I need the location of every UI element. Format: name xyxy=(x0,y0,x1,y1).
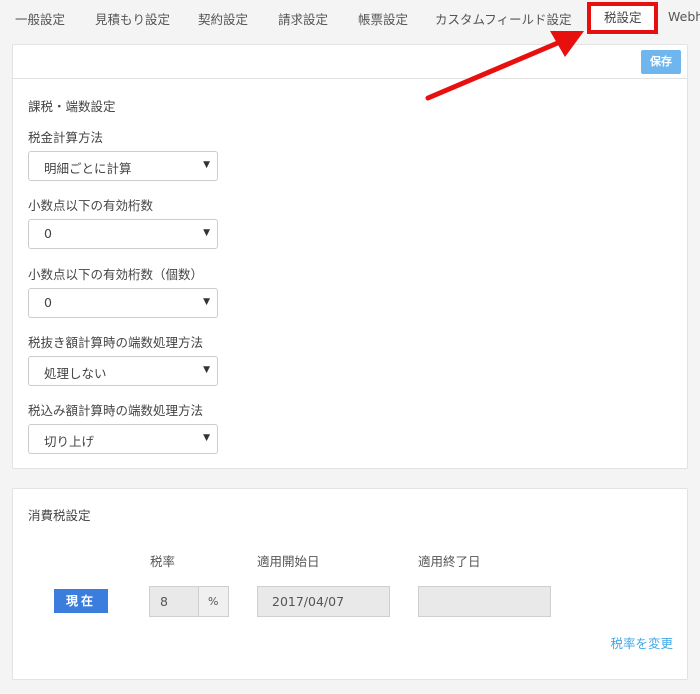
tab-contract[interactable]: 契約設定 xyxy=(198,9,248,28)
tax-excluded-rounding-label: 税抜き額計算時の端数処理方法 xyxy=(28,335,204,350)
decimal-digits-qty-label: 小数点以下の有効桁数（個数） xyxy=(28,267,204,282)
decimal-digits-qty-select[interactable]: 0 ▼ xyxy=(28,288,218,318)
decimal-digits-select[interactable]: 0 ▼ xyxy=(28,219,218,249)
save-button[interactable]: 保存 xyxy=(641,50,681,74)
tab-invoice[interactable]: 請求設定 xyxy=(278,9,328,28)
select-value: 切り上げ xyxy=(44,434,95,449)
tab-tax-settings[interactable]: 税設定 xyxy=(590,2,656,35)
tax-rate-field: 8 xyxy=(149,586,199,617)
current-badge: 現在 xyxy=(54,589,108,613)
start-date-field: 2017/04/07 xyxy=(257,586,390,617)
change-tax-rate-link[interactable]: 税率を変更 xyxy=(610,633,673,652)
tab-general[interactable]: 一般設定 xyxy=(15,9,65,28)
settings-tab-bar: 一般設定 見積もり設定 契約設定 請求設定 帳票設定 カスタムフィールド設定 税… xyxy=(0,0,700,36)
tab-custom-fields[interactable]: カスタムフィールド設定 xyxy=(435,9,572,28)
end-date-field xyxy=(418,586,551,617)
percent-unit: % xyxy=(208,595,219,608)
tax-excluded-rounding-select[interactable]: 処理しない ▼ xyxy=(28,356,218,386)
select-value: 0 xyxy=(44,295,52,310)
caret-down-icon: ▼ xyxy=(203,433,210,443)
tab-webhook[interactable]: Webh xyxy=(668,9,700,24)
select-value: 処理しない xyxy=(44,366,107,381)
select-value: 明細ごとに計算 xyxy=(44,161,132,176)
col-header-start-date: 適用開始日 xyxy=(257,554,320,569)
tax-calc-method-select[interactable]: 明細ごとに計算 ▼ xyxy=(28,151,218,181)
col-header-rate: 税率 xyxy=(150,554,176,569)
tax-section-title: 課税・端数設定 xyxy=(28,99,116,114)
decimal-digits-label: 小数点以下の有効桁数 xyxy=(28,198,154,213)
tab-forms[interactable]: 帳票設定 xyxy=(358,9,408,28)
consumption-section-title: 消費税設定 xyxy=(28,508,91,523)
consumption-tax-panel: 消費税設定 税率 適用開始日 適用終了日 現在 8 % 2017/04/07 税… xyxy=(12,488,688,680)
percent-addon: % xyxy=(198,586,229,617)
tax-included-rounding-label: 税込み額計算時の端数処理方法 xyxy=(28,403,204,418)
tab-estimate[interactable]: 見積もり設定 xyxy=(95,9,170,28)
caret-down-icon: ▼ xyxy=(203,297,210,307)
tax-included-rounding-select[interactable]: 切り上げ ▼ xyxy=(28,424,218,454)
col-header-end-date: 適用終了日 xyxy=(418,554,481,569)
tax-rounding-panel: 保存 課税・端数設定 税金計算方法 明細ごとに計算 ▼ 小数点以下の有効桁数 0… xyxy=(12,44,688,469)
tax-calc-method-label: 税金計算方法 xyxy=(28,130,104,145)
caret-down-icon: ▼ xyxy=(203,160,210,170)
start-date-value: 2017/04/07 xyxy=(272,594,345,609)
select-value: 0 xyxy=(44,226,52,241)
tax-rate-value: 8 xyxy=(160,594,168,609)
save-bar: 保存 xyxy=(13,45,687,79)
caret-down-icon: ▼ xyxy=(203,228,210,238)
caret-down-icon: ▼ xyxy=(203,365,210,375)
